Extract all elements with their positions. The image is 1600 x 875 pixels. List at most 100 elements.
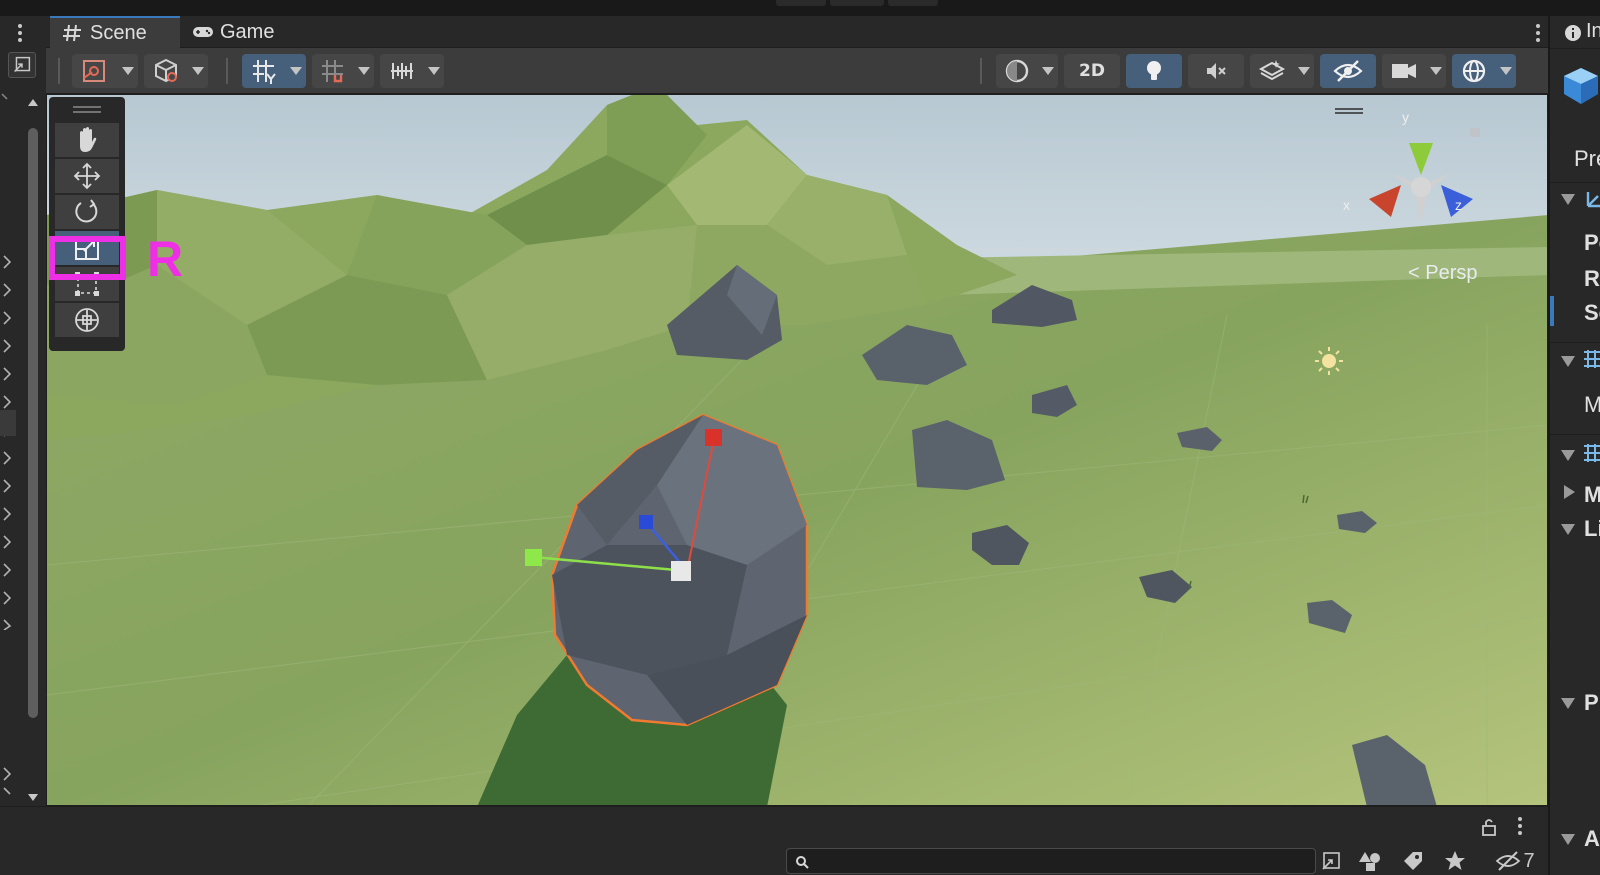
tab-label: Game: [220, 20, 275, 43]
transform-tool-button[interactable]: [55, 303, 119, 337]
scale-handle-z[interactable]: [639, 515, 653, 529]
axis-label-y: y: [1402, 109, 1409, 125]
collapse-icon[interactable]: [0, 90, 14, 104]
drag-handle-icon[interactable]: [73, 105, 101, 115]
scene-visibility-toggle[interactable]: [1320, 54, 1376, 88]
search-icon: [796, 856, 809, 869]
axis-label-z: z: [1455, 197, 1462, 213]
tab-label: Scene: [90, 21, 147, 44]
tools-overlay: [49, 97, 125, 351]
dropdown-arrow-icon: [1298, 67, 1310, 75]
scale-handle-y[interactable]: [705, 429, 722, 446]
project-panel-header: [0, 806, 1548, 844]
camera-settings-dropdown[interactable]: [1382, 54, 1446, 88]
scale-handle-x[interactable]: [525, 549, 542, 566]
maximize-icon[interactable]: [8, 52, 36, 78]
favorites-button[interactable]: [1440, 848, 1470, 874]
dropdown-arrow-icon: [358, 67, 370, 75]
annotation-highlight-box: [49, 236, 126, 280]
lock-icon[interactable]: [1480, 817, 1498, 837]
toolbar-separator: [226, 58, 228, 84]
divider: [1550, 434, 1600, 435]
dropdown-arrow-icon: [1430, 67, 1442, 75]
hierarchy-panel-edge: [0, 16, 46, 806]
toolbar-segment[interactable]: [888, 0, 938, 6]
toolbar-segment[interactable]: [830, 0, 884, 6]
inspector-tab-label[interactable]: In: [1586, 20, 1600, 43]
kebab-menu-icon[interactable]: [1532, 22, 1544, 44]
divider: [1550, 182, 1600, 183]
grid-y-icon: [253, 60, 276, 84]
scene-render[interactable]: [47, 95, 1548, 806]
search-by-label-button[interactable]: [1398, 848, 1428, 874]
grid-snapping-dropdown[interactable]: [312, 54, 374, 88]
collapsed-triangle-icon[interactable]: [1562, 484, 1576, 500]
inspector-panel-edge: In Pre Po Ro Sc M M Li Pr A: [1548, 16, 1600, 875]
rotation-label: Ro: [1584, 266, 1600, 291]
expand-triangle-icon[interactable]: [1560, 522, 1576, 536]
scale-handle-uniform[interactable]: [671, 561, 691, 581]
expand-triangle-icon[interactable]: [1560, 448, 1576, 462]
effects-dropdown[interactable]: [1250, 54, 1314, 88]
expand-triangle-icon[interactable]: [1560, 696, 1576, 710]
mesh-filter-icon: [1584, 350, 1600, 368]
expand-triangle-icon[interactable]: [1560, 354, 1576, 368]
scene-viewport[interactable]: y x z: [46, 94, 1548, 806]
selection-indicator: [1550, 296, 1554, 326]
grid-visibility-toggle[interactable]: [242, 54, 306, 88]
move-tool-button[interactable]: [55, 159, 119, 193]
divider: [1550, 48, 1600, 49]
lightbulb-icon: [1147, 61, 1161, 80]
render-mode-dropdown[interactable]: [144, 54, 208, 88]
cube-icon: [1564, 68, 1598, 104]
rotate-tool-button[interactable]: [55, 195, 119, 229]
hidden-packages-button[interactable]: 7: [1488, 848, 1542, 874]
lighting-label: Li: [1584, 516, 1600, 541]
hierarchy-expand-arrow[interactable]: [0, 766, 14, 796]
scene-tab-bar: Scene Game: [46, 16, 1548, 48]
position-label: Po: [1584, 230, 1600, 255]
lighting-toggle[interactable]: [1126, 54, 1182, 88]
dropdown-arrow-icon: [1042, 67, 1054, 75]
scroll-up-icon[interactable]: [28, 96, 38, 108]
2d-mode-toggle[interactable]: 2D: [1064, 54, 1120, 88]
tab-game[interactable]: Game: [192, 16, 292, 48]
increment-snap-dropdown[interactable]: [380, 54, 444, 88]
scroll-down-icon[interactable]: [28, 792, 38, 804]
hierarchy-row-selected[interactable]: [0, 410, 16, 436]
expand-triangle-icon[interactable]: [1560, 832, 1576, 846]
audio-toggle[interactable]: [1188, 54, 1244, 88]
dropdown-arrow-icon: [1500, 67, 1512, 75]
projection-label[interactable]: < Persp: [1408, 262, 1478, 285]
search-by-type-button[interactable]: [1356, 848, 1386, 874]
shading-mode-dropdown[interactable]: [996, 54, 1058, 88]
chevron-left-icon: <: [1408, 262, 1426, 284]
shaded-sphere-icon: [1005, 59, 1029, 83]
hand-tool-button[interactable]: [55, 123, 119, 157]
kebab-menu-icon[interactable]: [14, 22, 26, 44]
transform-component-icon: [1586, 192, 1600, 208]
tab-scene[interactable]: Scene: [50, 16, 180, 48]
scrollbar-thumb[interactable]: [28, 128, 38, 718]
search-popout-button[interactable]: [1316, 848, 1346, 874]
mesh-renderer-icon: [1584, 444, 1600, 462]
dropdown-arrow-icon: [122, 67, 134, 75]
lock-icon[interactable]: [1470, 128, 1480, 137]
draw-mode-dropdown[interactable]: [72, 54, 138, 88]
2d-label: 2D: [1079, 61, 1105, 81]
mesh-label: M: [1584, 392, 1600, 417]
vertical-scrollbar[interactable]: [24, 96, 42, 816]
expand-triangle-icon[interactable]: [1560, 192, 1576, 206]
materials-label: M: [1584, 482, 1600, 507]
scale-label: Sc: [1584, 300, 1600, 325]
toolbar-separator: [980, 58, 982, 84]
kebab-menu-icon[interactable]: [1514, 815, 1526, 837]
gizmos-dropdown[interactable]: [1452, 54, 1516, 88]
hierarchy-expand-arrows[interactable]: [0, 250, 14, 630]
toolbar-segment[interactable]: [776, 0, 826, 6]
star-icon: [1445, 851, 1465, 870]
move-tool-icon: [73, 162, 101, 190]
hidden-eye-icon: [1496, 851, 1521, 871]
toolbar-separator: [58, 58, 60, 84]
search-input[interactable]: [786, 848, 1316, 874]
